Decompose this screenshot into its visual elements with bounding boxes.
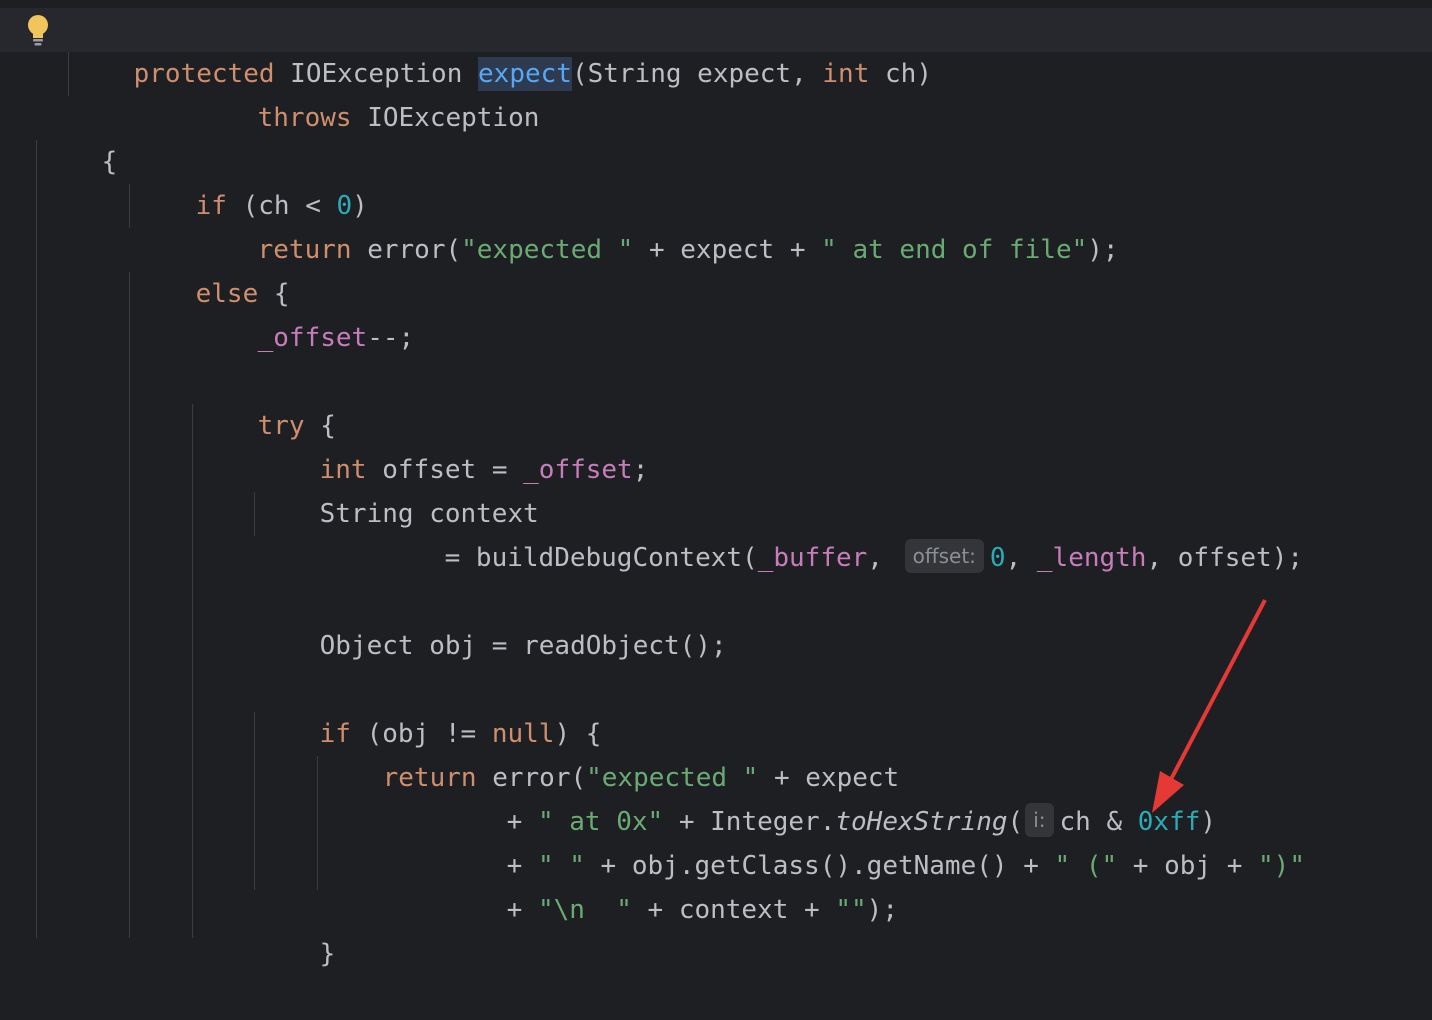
indent-guide	[129, 272, 130, 938]
code-line-hex[interactable]: + " at 0x" + Integer.toHexString(i: ch & …	[444, 756, 1216, 837]
code-line-close-brace[interactable]: }	[257, 888, 336, 969]
call: error(	[351, 235, 462, 265]
operator: --;	[367, 323, 415, 353]
code-line-return-eof[interactable]: return error("expected " + expect + " at…	[195, 184, 1119, 265]
string-literal: ")"	[1258, 851, 1305, 881]
code-line-int-offset[interactable]: int offset = _offset;	[257, 404, 649, 485]
code-line-else[interactable]: else {	[133, 228, 290, 309]
field-buffer: _buffer	[757, 543, 868, 573]
keyword-int: int	[822, 59, 870, 89]
code-editor[interactable]: protected IOException expect(String expe…	[0, 0, 1432, 969]
expression: + context +	[631, 895, 836, 925]
brace: }	[319, 939, 336, 969]
field-length: _length	[1036, 543, 1147, 573]
lightbulb-icon[interactable]	[26, 14, 50, 50]
terminator: );	[1087, 235, 1119, 265]
code-line-build-debug-context[interactable]: = buildDebugContext(_buffer, offset: 0, _…	[382, 492, 1303, 573]
comma: ,	[1005, 543, 1037, 573]
field-offset: _offset	[257, 323, 368, 353]
expression: + obj +	[1117, 851, 1259, 881]
string-literal: " at end of file"	[821, 235, 1088, 265]
params-open: (String expect,	[571, 59, 823, 89]
indent-guide	[317, 756, 318, 890]
keyword-throws: throws	[257, 103, 352, 133]
indent-guide	[254, 712, 255, 890]
code-line-if-eof[interactable]: if (ch < 0)	[133, 140, 368, 221]
code-line-return-error[interactable]: return error("expected " + expect	[320, 712, 900, 793]
terminator: , offset);	[1146, 543, 1304, 573]
number-literal: 0	[989, 543, 1006, 573]
operator: +	[506, 895, 538, 925]
statement: Object obj = readObject();	[319, 631, 727, 661]
string-literal: ""	[835, 895, 867, 925]
code-line-method-signature[interactable]: protected IOException expect(String expe…	[71, 8, 932, 91]
comma: ,	[867, 543, 899, 573]
exception-type: IOException	[351, 103, 540, 133]
code-line-if-obj[interactable]: if (obj != null) {	[257, 668, 602, 749]
red-arrow-icon	[1140, 595, 1280, 829]
code-line-offset-decrement[interactable]: _offset--;	[195, 272, 415, 353]
indent-guide	[254, 492, 255, 536]
code-line-string-context[interactable]: String context	[257, 448, 539, 529]
indent-guide	[192, 404, 193, 938]
indent-guide	[129, 184, 130, 228]
terminator: );	[866, 895, 898, 925]
field-offset: _offset	[523, 455, 633, 485]
terminator: ;	[632, 455, 649, 485]
params-close: ch)	[869, 59, 932, 89]
brace: {	[101, 147, 118, 177]
code-line-try[interactable]: try {	[195, 360, 336, 441]
code-line-throws[interactable]: throws IOException	[195, 52, 540, 133]
string-literal: "\n "	[537, 895, 632, 925]
string-literal: " ("	[1054, 851, 1118, 881]
indent-guide	[68, 52, 69, 96]
code-line-context[interactable]: + "\n " + context + "");	[444, 844, 898, 925]
code-line-open-brace[interactable]: {	[39, 96, 118, 177]
code-line-read-object[interactable]: Object obj = readObject();	[257, 580, 727, 661]
string-literal: "expected "	[461, 235, 634, 265]
expression: + expect +	[633, 235, 822, 265]
parameter-hint-offset: offset:	[904, 538, 984, 573]
indent-guide	[36, 140, 37, 938]
call: = buildDebugContext(	[444, 543, 758, 573]
